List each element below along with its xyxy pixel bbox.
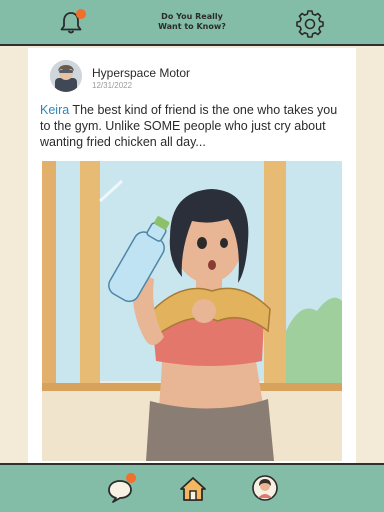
post-date: 12/31/2022	[92, 81, 133, 90]
post-card: Hyperspace Motor 12/31/2022 Keira The be…	[28, 48, 356, 463]
app-title: Do You Really Want to Know?	[158, 12, 226, 31]
mention-link[interactable]: Keira	[40, 103, 69, 117]
chat-badge	[126, 473, 136, 483]
post-image[interactable]	[42, 161, 342, 461]
profile-avatar-icon[interactable]	[252, 475, 278, 501]
post-body: The best kind of friend is the one who t…	[40, 103, 338, 149]
author-name[interactable]: Hyperspace Motor	[92, 66, 190, 80]
post-text: Keira The best kind of friend is the one…	[40, 102, 350, 150]
top-bar: Do You Really Want to Know?	[0, 0, 384, 46]
gear-icon[interactable]	[296, 10, 324, 38]
home-icon[interactable]	[178, 475, 208, 503]
bell-icon[interactable]	[58, 9, 86, 36]
bottom-nav	[0, 463, 384, 512]
chat-bubble-icon[interactable]	[106, 473, 136, 503]
author-avatar[interactable]	[50, 60, 82, 92]
notification-dot	[76, 9, 86, 19]
